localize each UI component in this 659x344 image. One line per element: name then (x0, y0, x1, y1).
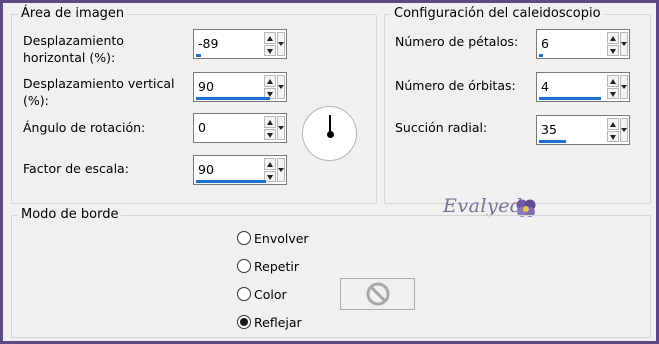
orbits-count-slider-fill[interactable] (539, 97, 601, 100)
kaleidoscope-settings-title: Configuración del caleidoscopio (391, 6, 604, 22)
radial-suction-slider-fill[interactable] (539, 140, 566, 143)
radio-color-label: Color (254, 286, 287, 302)
radio-button-icon[interactable] (237, 259, 251, 273)
decrement-arrow-icon[interactable] (264, 44, 276, 56)
dial-hub (326, 130, 334, 138)
scale-factor-value[interactable]: 90 (198, 162, 214, 178)
increment-arrow-icon[interactable] (264, 75, 276, 87)
vertical-offset-slider-fill[interactable] (196, 97, 270, 100)
radial-suction-spinner[interactable]: 35 (536, 115, 630, 145)
horizontal-offset-value[interactable]: -89 (198, 36, 218, 52)
disabled-no-icon (366, 282, 390, 306)
decrement-arrow-icon[interactable] (607, 87, 619, 99)
dropdown-arrow-icon[interactable] (277, 32, 285, 56)
orbits-count-spinner[interactable]: 4 (536, 72, 630, 102)
radio-button-icon[interactable] (237, 231, 251, 245)
image-area-title: Área de imagen (18, 6, 128, 22)
scale-factor-label: Factor de escala: (23, 161, 129, 176)
radio-button-icon[interactable] (237, 287, 251, 301)
rotation-angle-value[interactable]: 0 (198, 120, 206, 136)
increment-arrow-icon[interactable] (264, 32, 276, 44)
kaleidoscope-dialog: Área de imagen Desplazamiento horizontal… (3, 3, 656, 341)
horizontal-offset-label: Desplazamiento horizontal (%): (23, 33, 124, 65)
horizontal-offset-spinner[interactable]: -89 (193, 29, 287, 59)
petals-count-label: Número de pétalos: (395, 34, 519, 49)
increment-arrow-icon[interactable] (607, 118, 619, 130)
radio-button-icon[interactable] (237, 315, 251, 329)
dropdown-arrow-icon[interactable] (620, 118, 628, 142)
petals-count-value[interactable]: 6 (541, 36, 549, 52)
border-color-swatch[interactable] (340, 278, 415, 310)
radio-repetir-label: Repetir (254, 258, 299, 274)
decrement-arrow-icon[interactable] (607, 130, 619, 142)
border-mode-group: Modo de borde (11, 207, 651, 338)
scale-factor-slider-fill[interactable] (196, 180, 266, 183)
dropdown-arrow-icon[interactable] (277, 75, 285, 99)
radio-envolver[interactable]: Envolver (237, 229, 309, 247)
vertical-offset-value[interactable]: 90 (198, 79, 214, 95)
dropdown-arrow-icon[interactable] (277, 158, 285, 182)
radio-reflejar-label: Reflejar (254, 314, 302, 330)
dropdown-arrow-icon[interactable] (620, 75, 628, 99)
dropdown-arrow-icon[interactable] (277, 116, 285, 140)
petals-count-spinner[interactable]: 6 (536, 29, 630, 59)
rotation-dial-icon[interactable] (302, 106, 357, 161)
border-mode-title: Modo de borde (18, 207, 122, 223)
orbits-count-label: Número de órbitas: (395, 78, 516, 93)
vertical-offset-label: Desplazamiento vertical (%): (23, 76, 175, 108)
dropdown-arrow-icon[interactable] (620, 32, 628, 56)
radial-suction-label: Succión radial: (395, 120, 488, 135)
radio-color[interactable]: Color (237, 285, 287, 303)
decrement-arrow-icon[interactable] (264, 128, 276, 140)
decrement-arrow-icon[interactable] (607, 44, 619, 56)
increment-arrow-icon[interactable] (264, 158, 276, 170)
increment-arrow-icon[interactable] (607, 32, 619, 44)
orbits-count-value[interactable]: 4 (541, 79, 549, 95)
radio-reflejar[interactable]: Reflejar (237, 313, 302, 331)
radio-repetir[interactable]: Repetir (237, 257, 299, 275)
increment-arrow-icon[interactable] (607, 75, 619, 87)
rotation-angle-spinner[interactable]: 0 (193, 113, 287, 143)
rotation-angle-label: Ángulo de rotación: (23, 120, 146, 135)
scale-factor-spinner[interactable]: 90 (193, 155, 287, 185)
horizontal-offset-slider-fill[interactable] (196, 54, 201, 57)
radial-suction-value[interactable]: 35 (541, 122, 557, 138)
petals-count-slider-fill[interactable] (539, 54, 543, 57)
increment-arrow-icon[interactable] (264, 116, 276, 128)
vertical-offset-spinner[interactable]: 90 (193, 72, 287, 102)
radio-envolver-label: Envolver (254, 230, 309, 246)
